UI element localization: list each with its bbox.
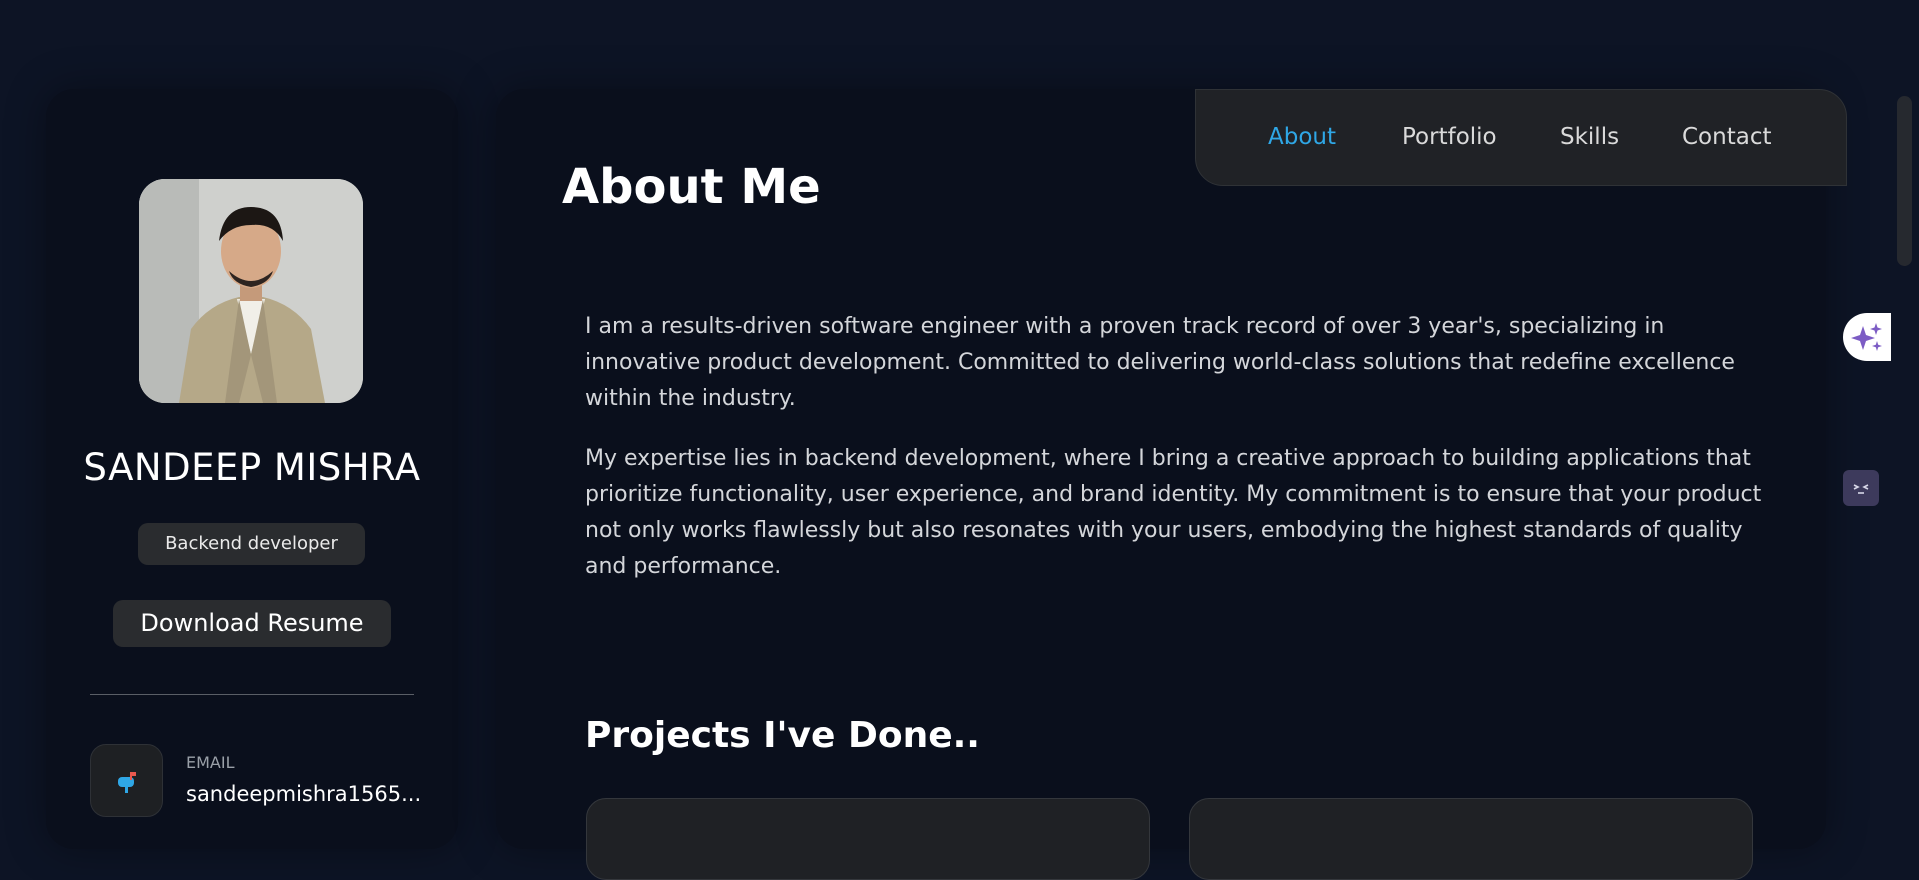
- about-paragraph: I am a results-driven software engineer …: [585, 314, 1735, 411]
- profile-name: SANDEEP MISHRA: [83, 446, 421, 489]
- profile-sidebar: SANDEEP MISHRA Backend developer Downloa…: [46, 89, 458, 849]
- nav-item-portfolio[interactable]: Portfolio: [1402, 90, 1497, 185]
- projects-title: Projects I've Done..: [585, 715, 980, 756]
- about-text: I am a results-driven software engineer …: [585, 309, 1765, 609]
- main-content: About Me I am a results-driven software …: [496, 89, 1826, 880]
- about-paragraph: My expertise lies in backend development…: [585, 446, 1762, 579]
- sidebar-divider: [90, 694, 414, 695]
- mini-widget-button[interactable]: [1843, 470, 1879, 506]
- face-icon: [1853, 484, 1869, 494]
- role-badge: Backend developer: [138, 523, 365, 565]
- sparkles-icon: [1851, 323, 1882, 351]
- mailbox-icon: [90, 744, 163, 817]
- project-card[interactable]: [586, 798, 1150, 880]
- email-value[interactable]: sandeepmishra1565...: [186, 782, 421, 806]
- ai-assistant-button[interactable]: [1843, 313, 1891, 361]
- project-card[interactable]: [1189, 798, 1753, 880]
- download-resume-button[interactable]: Download Resume: [113, 600, 391, 647]
- nav-item-contact[interactable]: Contact: [1682, 90, 1771, 185]
- profile-avatar: [139, 179, 363, 403]
- scrollbar-thumb[interactable]: [1897, 96, 1912, 266]
- nav-item-skills[interactable]: Skills: [1560, 90, 1619, 185]
- nav-item-about[interactable]: About: [1268, 90, 1336, 185]
- page-title: About Me: [562, 159, 821, 215]
- contact-label: EMAIL: [186, 753, 235, 772]
- top-navigation: About Portfolio Skills Contact: [1195, 89, 1847, 186]
